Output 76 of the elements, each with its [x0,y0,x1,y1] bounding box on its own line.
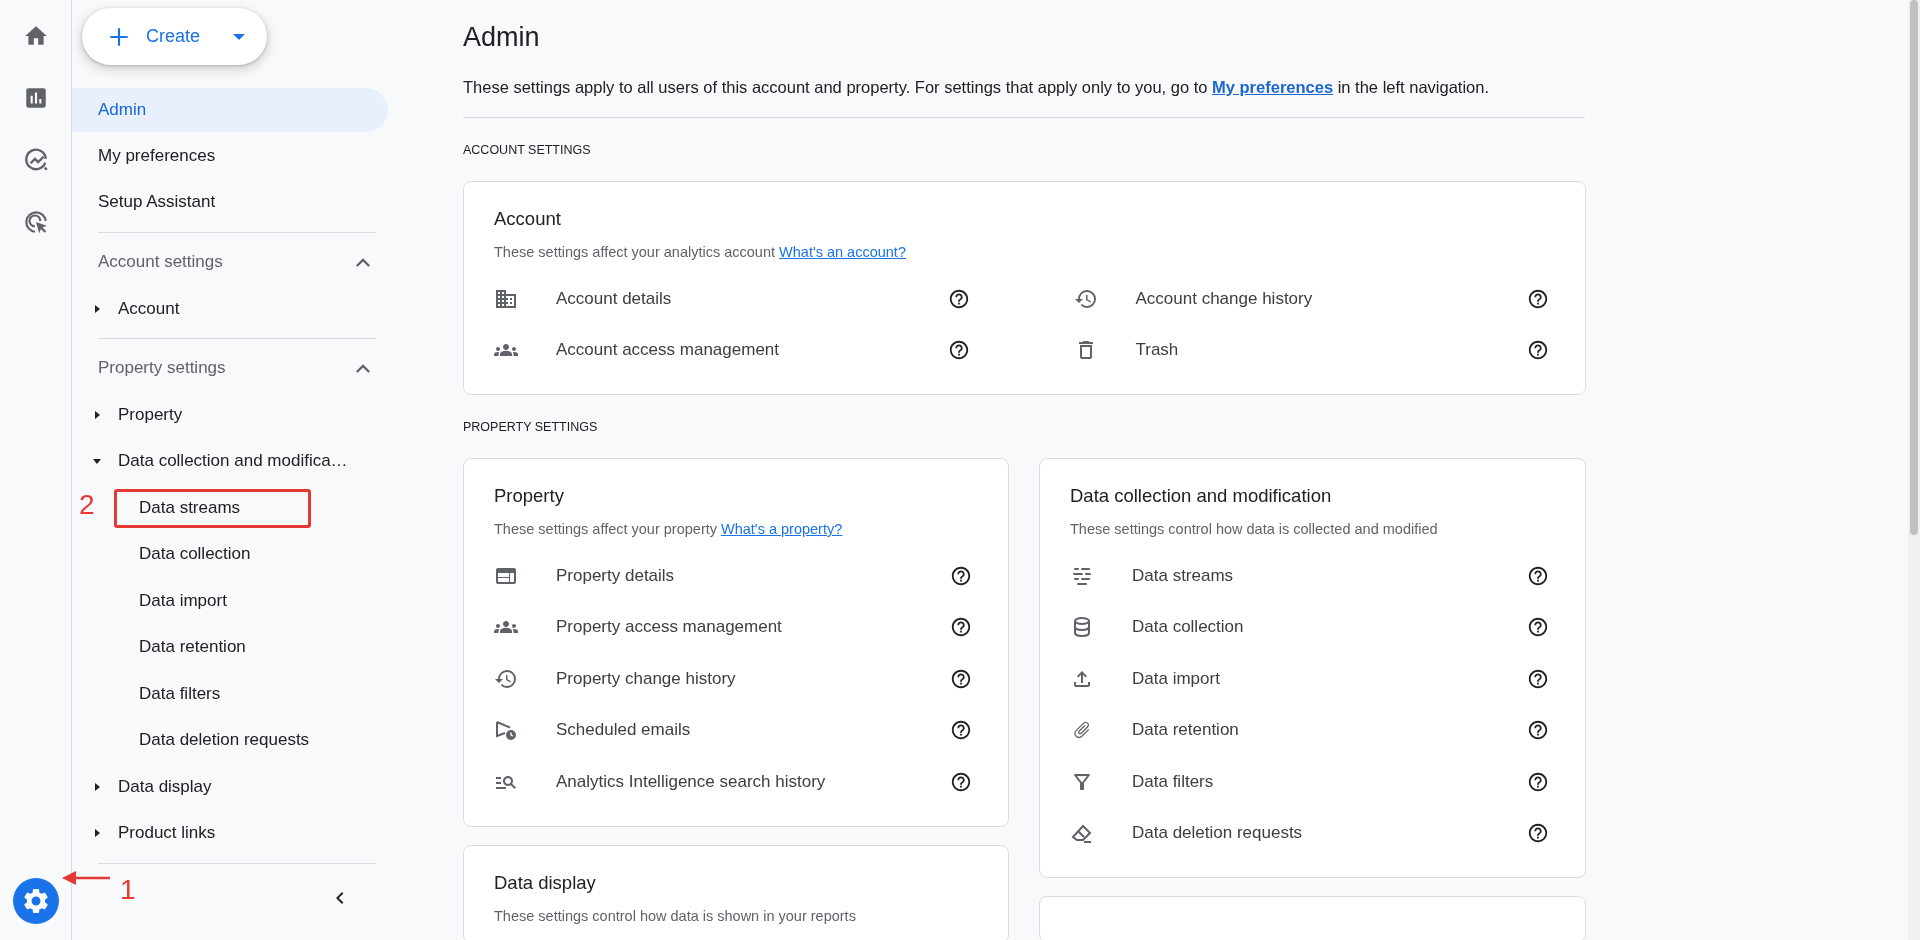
send-clock-icon [494,718,518,743]
help-icon[interactable] [1527,667,1549,690]
trend-icon [22,147,49,173]
annotation-number: 2 [79,491,95,519]
nav-item[interactable]: Product links [72,810,390,857]
nav-item[interactable]: Account [72,285,390,332]
caret-icon [92,409,102,420]
help-icon[interactable] [947,339,970,362]
annotation-number: 1 [120,876,136,904]
card-description: These settings control how data is shown in your reports [494,907,857,924]
preferences-link[interactable]: My preferences [1212,78,1334,96]
caret-icon [92,828,102,839]
help-icon[interactable] [1527,339,1549,362]
settings-button[interactable] [12,878,59,924]
help-icon[interactable] [1527,822,1549,845]
nav-item[interactable]: Data collection and modifica… [72,438,390,485]
settings-link[interactable]: Account change history [1135,288,1527,309]
help-icon[interactable] [950,616,972,639]
help-icon[interactable] [950,564,972,587]
card-title: Data collection and modification [1070,485,1333,507]
nav-item[interactable]: Admin [72,88,388,132]
create-button[interactable]: Create [82,8,267,65]
help-icon[interactable] [950,770,972,793]
settings-link[interactable]: Account access management [556,340,948,361]
section-toggle[interactable]: Account settings [72,239,390,286]
help-icon[interactable] [950,667,972,690]
card-title: Data display [494,871,597,894]
help-link[interactable]: What's an account? [779,244,906,260]
nav-item[interactable]: Setup Assistant [72,180,388,224]
nav-item[interactable]: Data retention [72,624,390,671]
card-title: Account [494,208,562,230]
nav-item[interactable]: Property [72,391,390,438]
settings-link[interactable]: Trash [1135,340,1527,361]
help-icon[interactable] [1527,287,1549,310]
settings-link[interactable]: Data filters [1132,771,1527,792]
card-description: These settings affect your property What's a property? [494,521,844,537]
settings-link[interactable]: Account details [556,288,948,309]
nav-item[interactable]: Data collection [72,531,390,578]
cursor-target-icon [22,209,49,235]
help-icon[interactable] [1527,564,1549,587]
caret-icon [233,33,245,40]
settings-link[interactable]: Data retention [1132,720,1527,741]
section-toggle[interactable]: Property settings [72,345,390,392]
annotation-arrow [62,870,112,886]
nav-item[interactable]: My preferences [72,134,388,178]
card-description: These settings control how data is collected and modified [1070,521,1439,537]
help-icon[interactable] [1527,719,1549,742]
nav-item[interactable]: Data import [72,577,390,624]
scrollbar[interactable] [1908,0,1920,940]
card-description: These settings affect your analytics account What's an account? [494,244,907,260]
chevron-up-icon [356,257,370,267]
section-heading: PROPERTY SETTINGS [463,420,599,434]
section-heading: ACCOUNT SETTINGS [463,143,592,157]
help-link[interactable]: What's a property? [721,521,843,537]
nav-item[interactable]: Data filters [72,670,390,717]
settings-link[interactable]: Data import [1132,668,1527,689]
settings-link[interactable]: Data deletion requests [1132,823,1527,844]
settings-link[interactable]: Scheduled emails [556,720,950,741]
settings-link[interactable]: Property change history [556,668,950,689]
settings-link[interactable]: Analytics Intelligence search history [556,771,950,792]
help-icon[interactable] [947,287,970,310]
chevron-up-icon [356,363,370,373]
settings-link[interactable]: Data streams [1132,565,1527,586]
settings-link[interactable]: Property access management [556,617,950,638]
caret-icon [92,781,102,792]
help-icon[interactable] [950,719,972,742]
help-icon[interactable] [1527,770,1549,793]
settings-link[interactable]: Property details [556,565,950,586]
help-icon[interactable] [1527,616,1549,639]
page-title: Admin [463,22,541,53]
card-title: Property [494,485,565,507]
caret-icon [92,303,102,314]
scrollbar-thumb[interactable] [1910,0,1918,535]
nav-item[interactable]: Data display [72,763,390,810]
settings-link[interactable]: Data collection [1132,617,1527,638]
nav-item[interactable]: Data deletion requests [72,717,390,764]
